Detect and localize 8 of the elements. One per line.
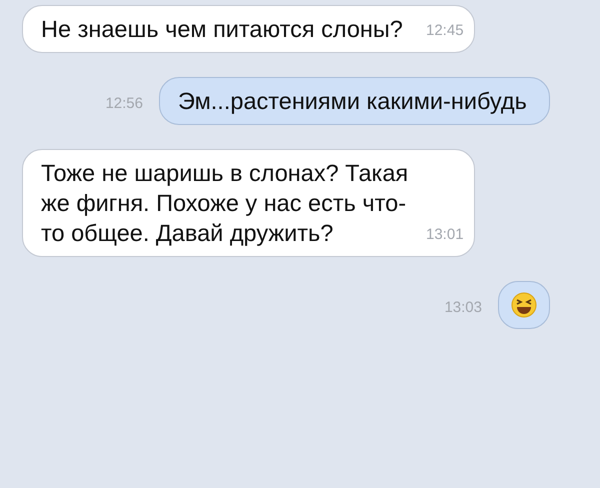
message-text: Тоже не шаришь в слонах? Такая же фигня. Похоже у нас есть что-то общее. Давай дружить? bbox=[41, 159, 410, 248]
laughing-emoji-icon bbox=[511, 292, 537, 318]
message-text: Эм...растениями какими-нибудь bbox=[178, 87, 528, 116]
message-text: Не знаешь чем питаются слоны? bbox=[41, 15, 404, 44]
timestamp: 12:56 bbox=[105, 94, 143, 114]
timestamp: 12:45 bbox=[426, 21, 464, 41]
timestamp: 13:01 bbox=[426, 225, 464, 245]
timestamp: 13:03 bbox=[444, 298, 482, 318]
